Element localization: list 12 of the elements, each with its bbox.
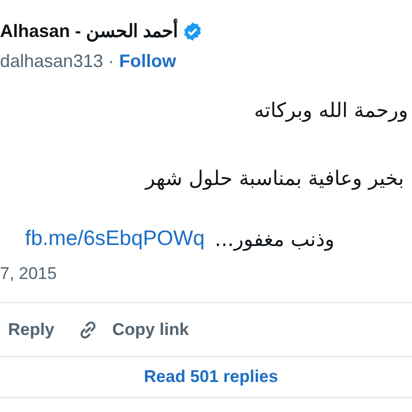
copy-link-button[interactable]: Copy link	[76, 318, 189, 342]
separator-dot: ·	[108, 50, 114, 72]
reply-button[interactable]: Reply	[8, 320, 54, 340]
read-replies-button[interactable]: Read 501 replies	[144, 367, 278, 387]
author-handle[interactable]: dalhasan313	[0, 50, 104, 72]
tweet-link[interactable]: fb.me/6sEbqPOWq	[25, 227, 205, 251]
tweet-text: ورحمة الله وبركاته	[253, 97, 409, 124]
author-name[interactable]: Alhasan - أحمد الحسن	[0, 20, 178, 42]
tweet-text: بخير وعافية بمناسبة حلول شهر	[144, 165, 405, 192]
tweet-text: وذنب مغفور...	[214, 227, 334, 251]
follow-link[interactable]: Follow	[119, 50, 176, 72]
tweet-date[interactable]: 7, 2015	[0, 254, 57, 288]
